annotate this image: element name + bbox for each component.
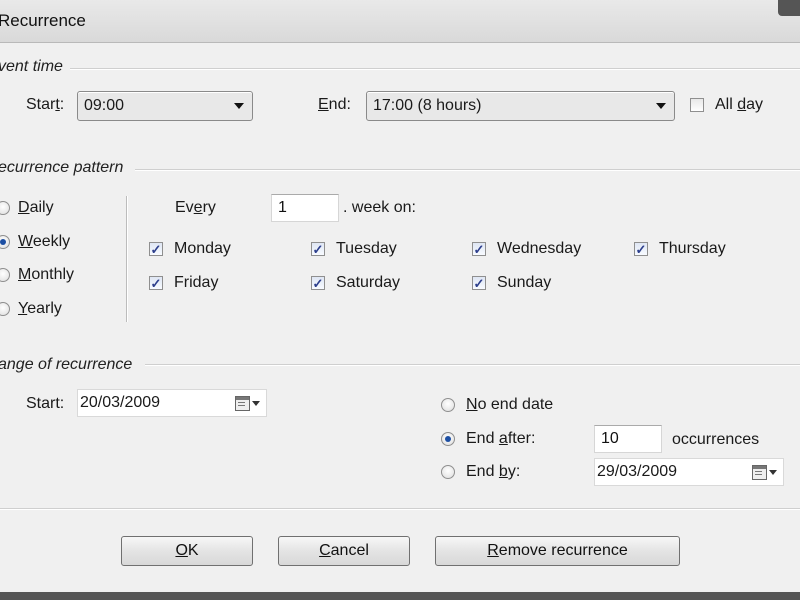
saturday-checkbox[interactable]: ✓ (311, 276, 325, 290)
event-end-value: 17:00 (8 hours) (373, 97, 482, 114)
window-bottom-border (0, 592, 800, 600)
monday-checkbox[interactable]: ✓ (149, 242, 163, 256)
range-separator (145, 364, 800, 366)
radio-monthly[interactable] (0, 268, 10, 282)
calendar-icon[interactable] (235, 395, 250, 411)
event-time-separator (70, 68, 800, 70)
close-button[interactable] (778, 0, 800, 16)
radio-yearly-label: Yearly (18, 300, 62, 317)
radio-end-after[interactable] (441, 432, 455, 446)
window-title: Recurrence (0, 11, 86, 30)
radio-daily[interactable] (0, 201, 10, 215)
wednesday-label: Wednesday (497, 240, 582, 257)
radio-no-end-date[interactable] (441, 398, 455, 412)
chevron-down-icon (656, 103, 666, 109)
ok-button-label: OK (175, 542, 199, 559)
end-by-label: End by: (466, 463, 521, 480)
all-day-label: All day (715, 96, 764, 113)
range-start-datepicker[interactable]: 20/03/2009 (77, 389, 267, 417)
radio-selected-dot (445, 436, 451, 442)
chevron-down-icon[interactable] (252, 400, 260, 406)
range-group-title: ange of recurrence (0, 356, 133, 373)
footer-separator (0, 508, 800, 510)
tuesday-label: Tuesday (336, 240, 397, 257)
radio-daily-label: Daily (18, 199, 54, 216)
every-weeks-input[interactable] (271, 194, 339, 222)
every-label: Every (175, 199, 216, 216)
end-by-value: 29/03/2009 (597, 463, 678, 480)
all-day-checkbox[interactable] (690, 98, 704, 112)
radio-end-by[interactable] (441, 465, 455, 479)
friday-label: Friday (174, 274, 219, 291)
end-by-datepicker[interactable]: 29/03/2009 (594, 458, 784, 486)
week-on-label: . week on: (343, 199, 416, 216)
remove-button-label: Remove recurrence (487, 542, 628, 559)
radio-yearly[interactable] (0, 302, 10, 316)
title-bar[interactable]: Recurrence (0, 0, 800, 43)
cancel-button-label: Cancel (319, 542, 369, 559)
thursday-label: Thursday (659, 240, 726, 257)
radio-selected-dot (0, 239, 6, 245)
wednesday-checkbox[interactable]: ✓ (472, 242, 486, 256)
saturday-label: Saturday (336, 274, 401, 291)
event-end-label: End: (318, 96, 351, 113)
event-start-combo[interactable]: 09:00 (77, 91, 253, 121)
sunday-checkbox[interactable]: ✓ (472, 276, 486, 290)
event-start-value: 09:00 (84, 97, 125, 114)
no-end-date-label: No end date (466, 396, 554, 413)
event-end-combo[interactable]: 17:00 (8 hours) (366, 91, 675, 121)
pattern-separator (135, 169, 800, 171)
occurrences-input[interactable] (594, 425, 662, 453)
occurrences-label: occurrences (672, 431, 760, 448)
sunday-label: Sunday (497, 274, 552, 291)
pattern-divider (126, 196, 128, 322)
remove-recurrence-button[interactable]: Remove recurrence (435, 536, 680, 566)
calendar-icon[interactable] (752, 464, 767, 480)
range-start-label: Start: (26, 395, 65, 412)
radio-weekly-label: Weekly (18, 233, 71, 250)
radio-monthly-label: Monthly (18, 266, 75, 283)
monday-label: Monday (174, 240, 231, 257)
range-start-value: 20/03/2009 (80, 394, 161, 411)
radio-weekly[interactable] (0, 235, 10, 249)
thursday-checkbox[interactable]: ✓ (634, 242, 648, 256)
event-start-label: Start: (26, 96, 65, 113)
cancel-button[interactable]: Cancel (278, 536, 410, 566)
chevron-down-icon (234, 103, 244, 109)
ok-button[interactable]: OK (121, 536, 253, 566)
tuesday-checkbox[interactable]: ✓ (311, 242, 325, 256)
friday-checkbox[interactable]: ✓ (149, 276, 163, 290)
chevron-down-icon[interactable] (769, 469, 777, 475)
end-after-label: End after: (466, 430, 536, 447)
pattern-group-title: ecurrence pattern (0, 159, 124, 176)
event-time-group-title: vent time (0, 58, 63, 75)
